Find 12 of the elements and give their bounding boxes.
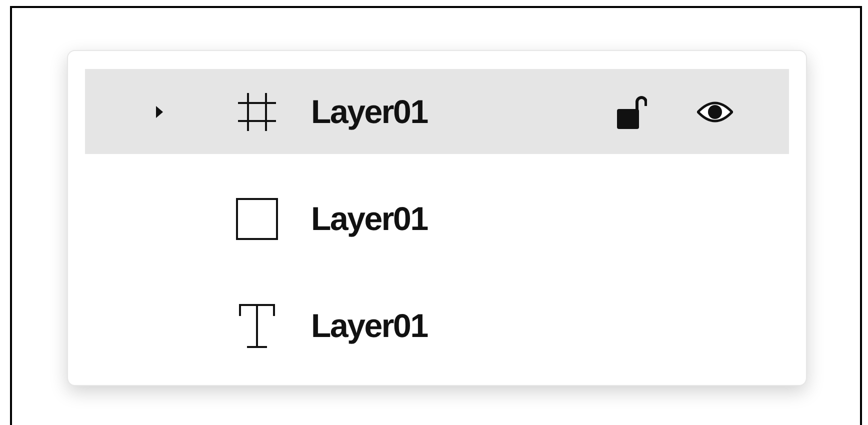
square-icon [236,198,278,240]
layer-name: Layer01 [311,306,429,344]
layer-name: Layer01 [311,200,429,238]
open-padlock-icon[interactable] [617,94,647,130]
frame-icon [236,90,278,132]
layer-name: Layer01 [311,92,429,130]
layer-row[interactable]: Layer01 [85,69,789,154]
eye-icon[interactable] [697,100,733,122]
layer-row[interactable]: Layer01 [85,176,789,261]
caret-icon[interactable] [154,104,164,118]
layer-row[interactable]: Layer01 [85,283,789,368]
text-icon [239,304,275,348]
